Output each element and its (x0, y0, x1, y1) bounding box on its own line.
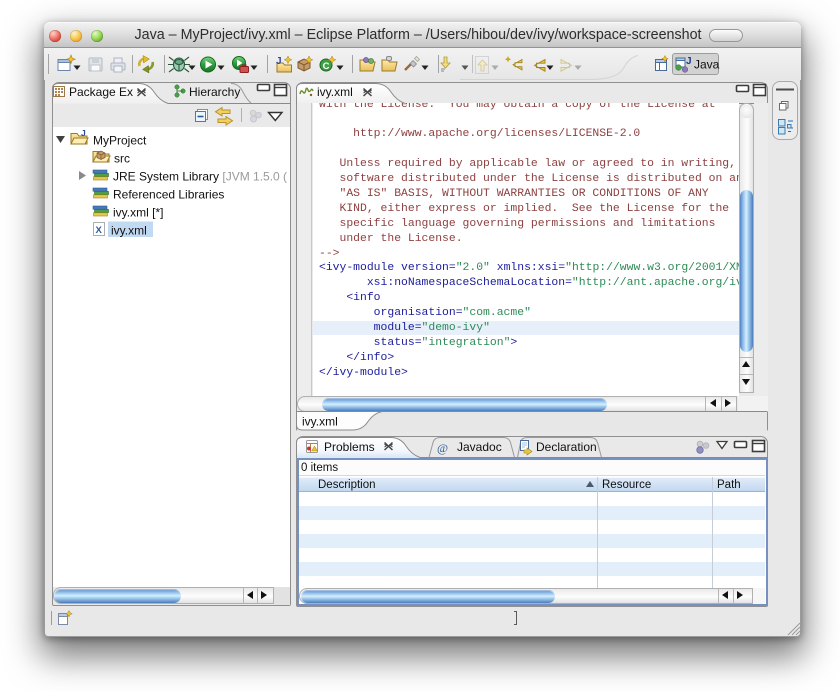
svg-text:Java: Java (694, 58, 720, 72)
svg-text:J: J (276, 56, 282, 67)
svg-text:X: X (96, 225, 103, 236)
svg-text:Declaration: Declaration (536, 440, 597, 454)
svg-text:src: src (114, 152, 130, 166)
svg-text:ivy.xml: ivy.xml (317, 85, 353, 99)
svg-text:Package Ex: Package Ex (69, 85, 133, 99)
svg-text:Javadoc: Javadoc (457, 440, 502, 454)
svg-text:@: @ (437, 441, 448, 455)
svg-text:ivy.xml [*]: ivy.xml [*] (113, 206, 163, 220)
svg-text:Referenced Libraries: Referenced Libraries (113, 188, 224, 202)
svg-text:J: J (81, 128, 86, 138)
svg-text:JRE System Library [JVM 1.5.0: JRE System Library [JVM 1.5.0 ( (113, 170, 287, 184)
svg-text:Problems: Problems (324, 440, 375, 454)
svg-text:ivy.xml: ivy.xml (302, 415, 338, 429)
svg-text:ivy.xml: ivy.xml (111, 224, 147, 238)
svg-text:Hierarchy: Hierarchy (189, 85, 240, 99)
svg-text:J: J (686, 56, 692, 67)
svg-text:MyProject: MyProject (93, 134, 147, 148)
svg-text:C: C (323, 61, 330, 72)
